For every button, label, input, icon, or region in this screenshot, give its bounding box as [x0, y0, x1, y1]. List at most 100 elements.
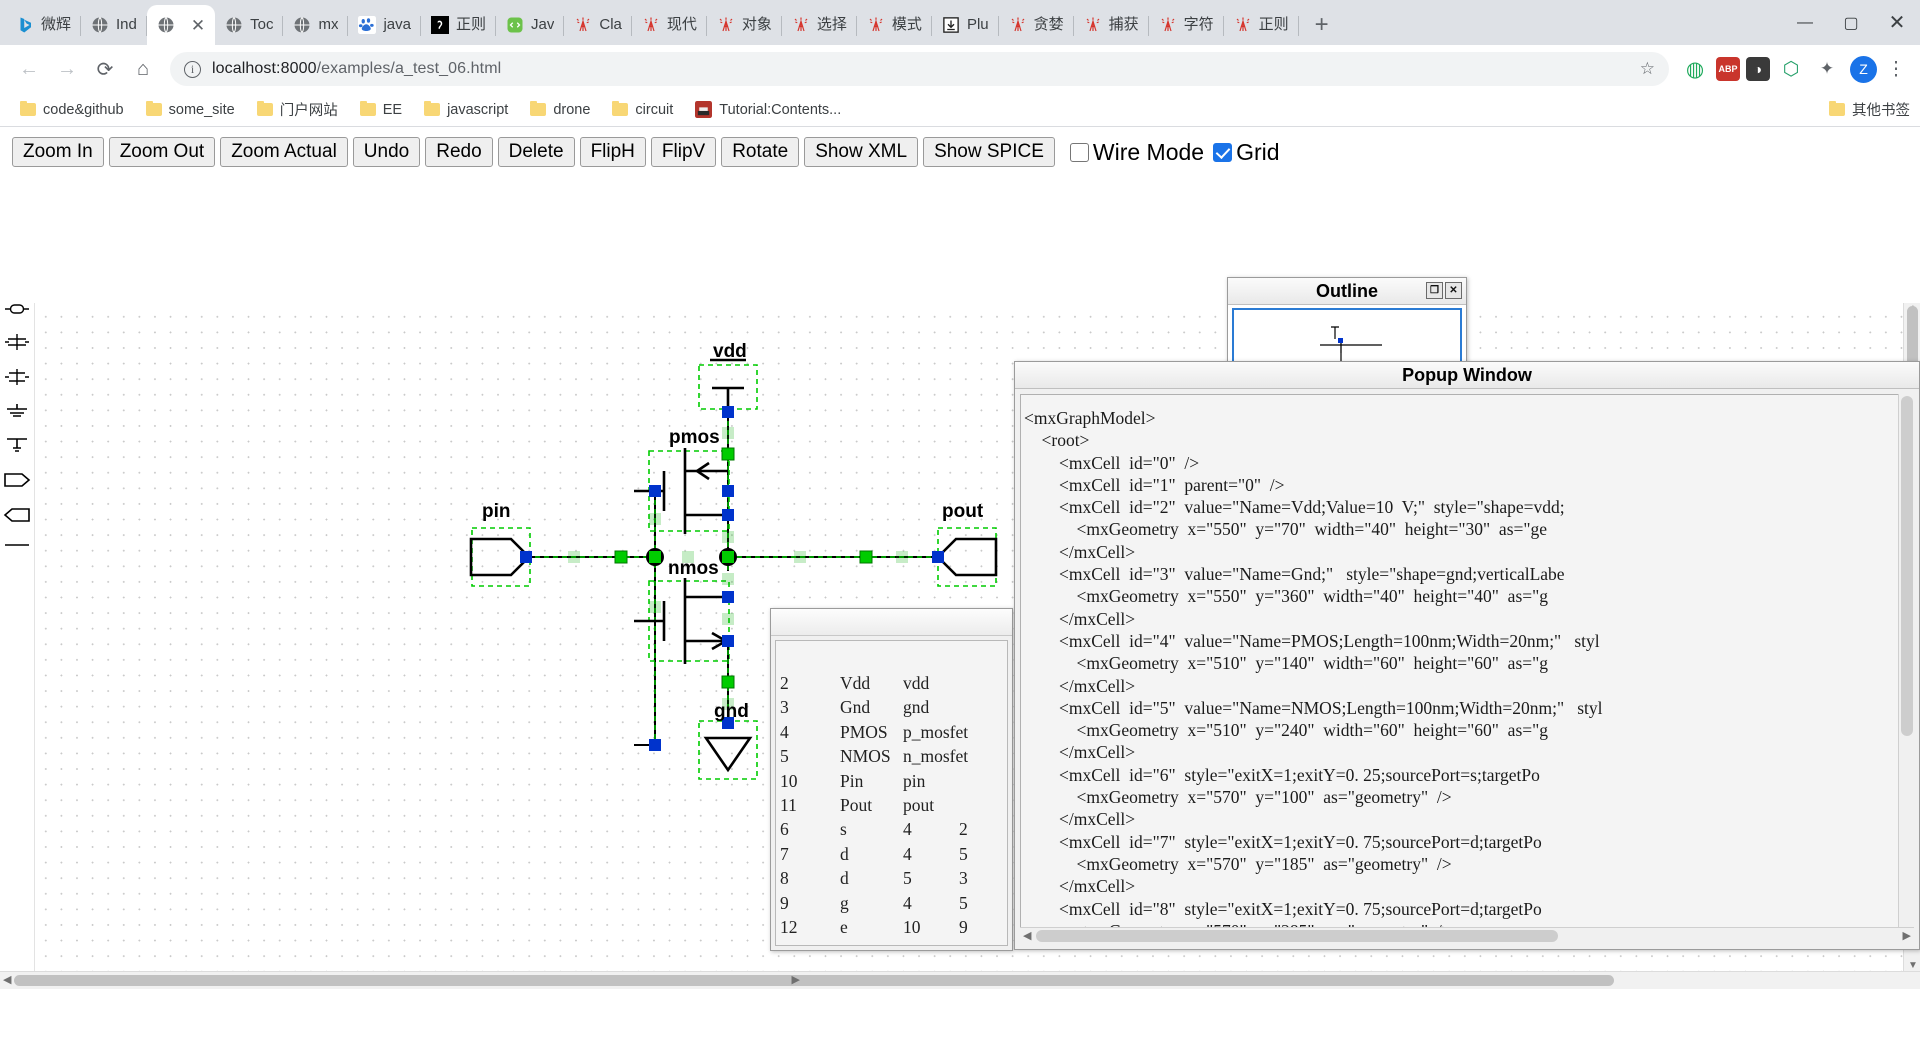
toolbar-button-delete[interactable]: Delete [497, 136, 575, 168]
close-button[interactable]: ✕ [1874, 0, 1920, 45]
toolbar-button-show-spice[interactable]: Show SPICE [923, 136, 1055, 168]
tower-icon [719, 17, 733, 32]
vdd-shape-icon[interactable] [4, 437, 30, 453]
bookmark-item-3[interactable]: EE [352, 99, 410, 121]
tab-strip: 微辉 Ind ✕ Toc mx java 正则 Jav Cla 现代 对象 选择 模式 Plu 贪婪 捕获 字符… [0, 0, 1920, 45]
bookmark-item-1[interactable]: some_site [138, 99, 243, 121]
toolbar-button-undo[interactable]: Undo [352, 136, 421, 168]
bookmark-item-5[interactable]: drone [522, 99, 598, 121]
browser-tab-10[interactable]: 对象 [707, 5, 782, 45]
toolbar-button-zoom-actual[interactable]: Zoom Actual [220, 136, 348, 168]
browser-tab-0[interactable]: 微辉 [6, 5, 82, 45]
grid[interactable]: Grid [1213, 139, 1280, 166]
netlist-row: 11 Pout pout [780, 793, 1007, 817]
popup-scroll-right-arrow-icon[interactable]: ▶ [1903, 929, 1911, 942]
abp-extension-icon[interactable]: ABP [1716, 57, 1740, 81]
browser-tab-1[interactable]: Ind [81, 5, 147, 45]
puzzle-extension-icon[interactable]: ✦ [1812, 54, 1842, 84]
scroll-down-arrow-icon[interactable]: ▼ [1908, 960, 1918, 971]
browser-tab-8[interactable]: Cla [564, 5, 632, 45]
spice-window[interactable]: 2 Vdd vdd 3 Gnd gnd 4 PMOS p_mosfet 5 NMOS n_mosfet… [770, 608, 1013, 951]
dark-reader-extension-icon[interactable]: ◑ [1746, 57, 1770, 81]
capacitor-shape-icon[interactable] [4, 334, 30, 350]
maximize-button[interactable]: ▢ [1828, 0, 1874, 45]
spice-window-titlebar[interactable] [771, 609, 1012, 636]
resistor-shape-icon[interactable] [4, 303, 30, 315]
home-button[interactable]: ⌂ [124, 50, 162, 88]
toolbar-button-show-xml[interactable]: Show XML [804, 136, 919, 168]
gnd-shape-icon[interactable] [4, 404, 30, 418]
toolbar-button-redo[interactable]: Redo [425, 136, 493, 168]
grid-checkbox[interactable] [1213, 142, 1233, 162]
popup-window-body[interactable]: <mxGraphModel> <root> <mxCell id="0" /> … [1020, 394, 1914, 944]
bookmark-item-2[interactable]: 门户网站 [249, 96, 346, 123]
bookmark-item-6[interactable]: circuit [604, 99, 681, 121]
browser-tab-9[interactable]: 现代 [632, 5, 707, 45]
browser-tab-16[interactable]: 字符 [1149, 5, 1224, 45]
folder-icon [20, 101, 36, 116]
minimize-button[interactable]: — [1782, 0, 1828, 45]
browser-tab-7[interactable]: Jav [496, 5, 565, 45]
popup-horizontal-scrollbar[interactable]: ◀ ▶ [1020, 927, 1914, 944]
bookmark-item-0[interactable]: code&github [12, 99, 132, 121]
scroll-left-arrow-icon[interactable]: ◀ [3, 975, 11, 986]
back-button[interactable]: ← [10, 50, 48, 88]
address-bar[interactable]: i localhost:8000/examples/a_test_06.html… [170, 52, 1669, 86]
browser-tab-6[interactable]: 正则 [421, 5, 497, 45]
wire-mode-checkbox[interactable] [1069, 142, 1089, 162]
reload-button[interactable]: ⟳ [86, 50, 124, 88]
browser-tab-label: mx [318, 16, 339, 33]
pin-shape-icon[interactable] [3, 472, 31, 488]
site-info-icon[interactable]: i [184, 60, 201, 78]
browser-tab-11[interactable]: 选择 [782, 5, 857, 45]
browser-tab-label: 正则 [456, 16, 487, 33]
popup-vertical-scrollbar[interactable] [1898, 394, 1914, 927]
inductor-shape-icon[interactable] [4, 369, 30, 385]
bookmark-star-icon[interactable]: ☆ [1640, 59, 1655, 79]
popup-window-title: Popup Window [1402, 364, 1532, 385]
browser-tab-12[interactable]: 模式 [857, 5, 932, 45]
toolbar-button-zoom-in[interactable]: Zoom In [12, 136, 104, 168]
other-bookmarks-button[interactable]: 其他书签 [1829, 99, 1910, 120]
toolbar-button-fliph[interactable]: FlipH [579, 136, 646, 168]
tab-close-icon[interactable]: ✕ [191, 17, 205, 34]
toolbar-button-flipv[interactable]: FlipV [650, 136, 717, 168]
new-tab-button[interactable]: + [1305, 8, 1339, 42]
toolbar-button-zoom-out[interactable]: Zoom Out [108, 136, 216, 168]
browser-tab-5[interactable]: java [348, 5, 421, 45]
popup-scroll-left-arrow-icon[interactable]: ◀ [1023, 929, 1031, 942]
forward-button[interactable]: → [48, 50, 86, 88]
browser-tab-2[interactable]: ✕ [146, 5, 216, 45]
profile-avatar[interactable]: Z [1850, 55, 1877, 83]
compass-extension-icon[interactable]: ◍ [1680, 54, 1710, 84]
site-icon [695, 101, 713, 118]
spice-netlist-panel[interactable]: 2 Vdd vdd 3 Gnd gnd 4 PMOS p_mosfet 5 NMOS n_mosfet… [775, 640, 1008, 946]
wire-mode[interactable]: Wire Mode [1069, 139, 1204, 166]
browser-menu-icon[interactable]: ⋮ [1882, 58, 1910, 81]
netlist-row: 10 Pin pin [780, 769, 1007, 793]
page-horizontal-scrollbar[interactable]: ◀ ▶ [0, 971, 1920, 989]
browser-tab-4[interactable]: mx [283, 5, 349, 45]
pout-shape-icon[interactable] [3, 507, 31, 523]
bookmark-item-4[interactable]: javascript [416, 99, 516, 121]
netlist-name: Pout [840, 795, 873, 816]
wire-shape-icon[interactable] [4, 542, 30, 548]
bookmark-item-7[interactable]: Tutorial:Contents... [687, 98, 849, 121]
outline-close-button[interactable]: ✕ [1445, 282, 1462, 299]
popup-vertical-scroll-thumb[interactable] [1901, 396, 1913, 736]
scroll-right-arrow-icon[interactable]: ▶ [792, 975, 800, 986]
shield-extension-icon[interactable]: ⬡ [1776, 54, 1806, 84]
browser-tab-17[interactable]: 正则 [1224, 5, 1299, 45]
browser-tab-label: Ind [116, 16, 137, 33]
toolbar-button-rotate[interactable]: Rotate [721, 136, 800, 168]
page-horizontal-scroll-thumb[interactable] [14, 975, 1614, 986]
popup-horizontal-scroll-thumb[interactable] [1036, 930, 1558, 942]
browser-tab-3[interactable]: Toc [215, 5, 284, 45]
popup-window-titlebar[interactable]: Popup Window [1015, 362, 1919, 389]
popup-window[interactable]: Popup Window <mxGraphModel> <root> <mxCe… [1014, 361, 1920, 950]
bing-icon [20, 17, 31, 33]
browser-tab-14[interactable]: 贪婪 [999, 5, 1074, 45]
outline-restore-button[interactable]: ❐ [1426, 282, 1443, 299]
browser-tab-15[interactable]: 捕获 [1074, 5, 1149, 45]
browser-tab-13[interactable]: Plu [932, 5, 999, 45]
